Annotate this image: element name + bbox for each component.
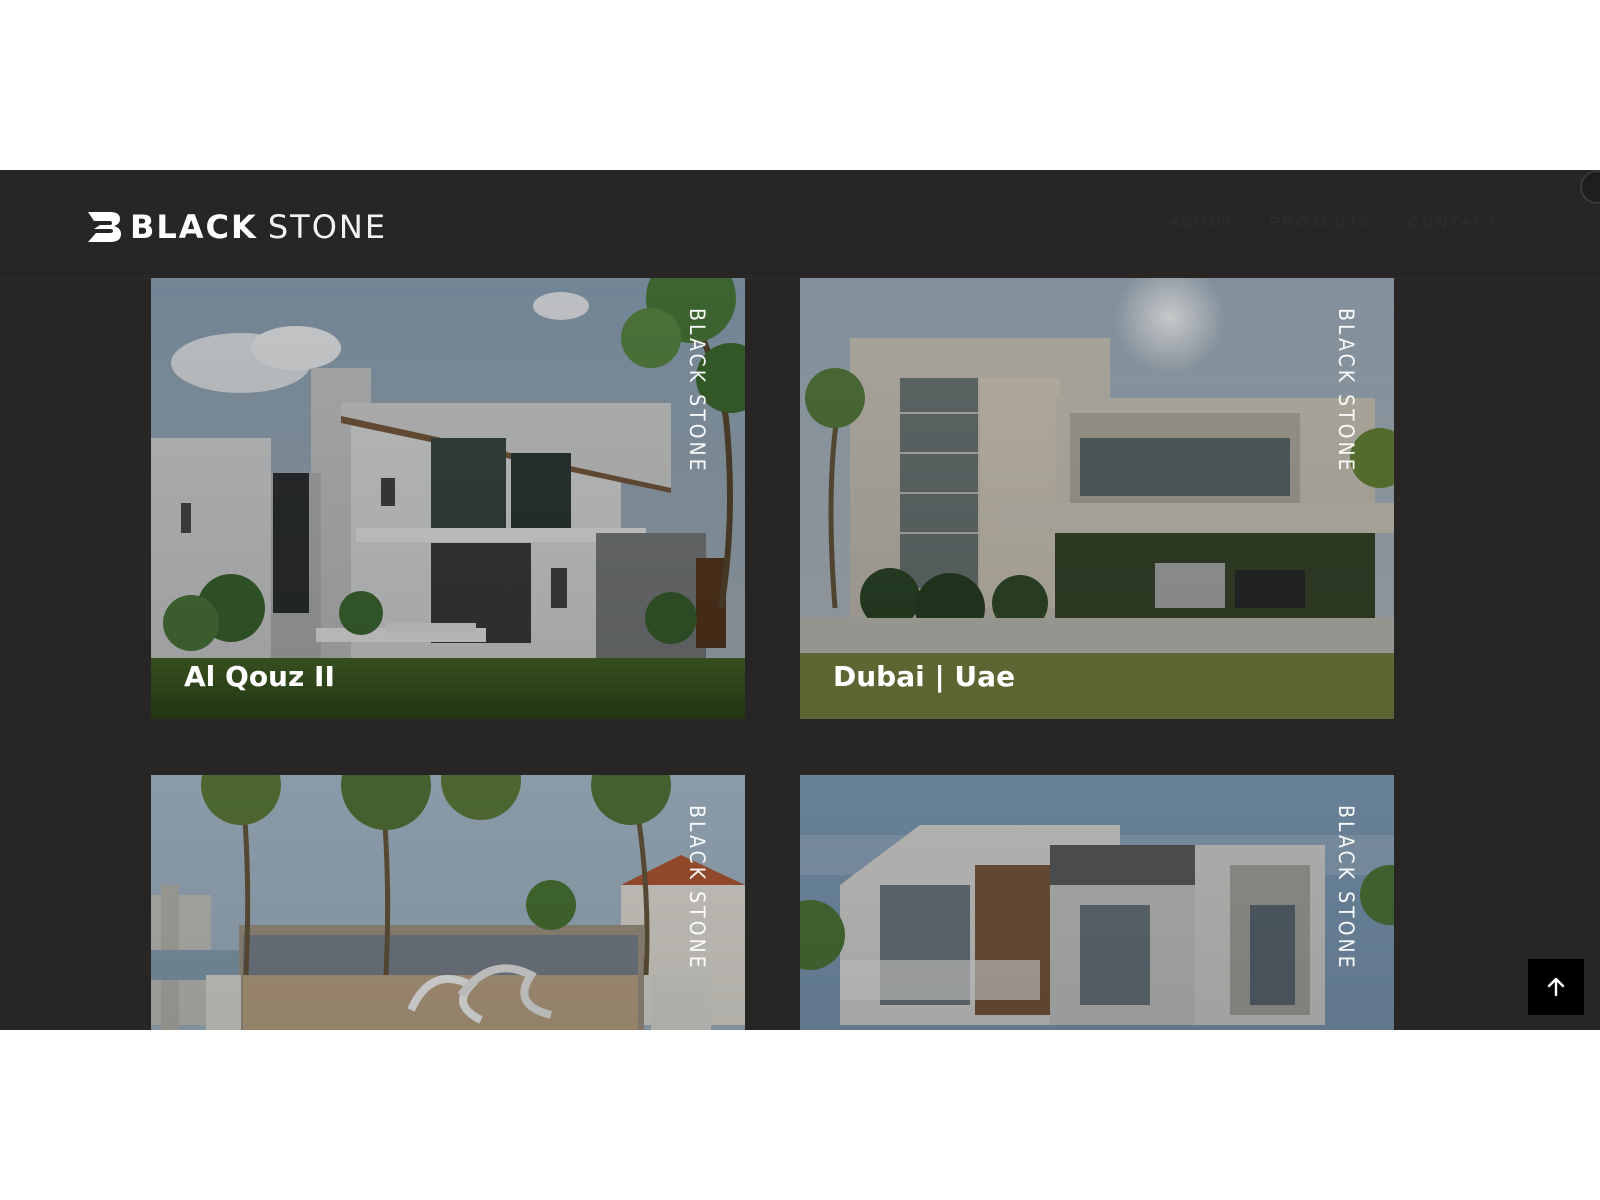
brand-name-light: STONE [267,208,388,246]
nav-item-contact[interactable]: CONTACT [1408,214,1500,231]
project-card-al-qouz[interactable]: BLACK STONE Al Qouz II [151,278,745,719]
back-to-top-button[interactable] [1528,959,1584,1015]
photo-overlay [151,278,745,719]
watermark-label: BLACK STONE [685,308,709,474]
brand-name-bold: BLACK [130,208,258,246]
project-card-modern-villa[interactable]: BLACK STONE [800,775,1394,1030]
site-viewport: BLACK STONE ABOUT PROJECTS CONTACT BLACK… [0,170,1600,1030]
main-nav: ABOUT PROJECTS CONTACT [1169,214,1500,231]
project-card-horse-mural[interactable]: BLACK STONE [151,775,745,1030]
photo-overlay [800,775,1394,1030]
arrow-up-icon [1547,977,1565,997]
project-title: Al Qouz II [184,660,335,693]
watermark-label: BLACK STONE [1334,805,1358,971]
nav-item-projects[interactable]: PROJECTS [1270,214,1374,231]
site-header: BLACK STONE ABOUT PROJECTS CONTACT [0,170,1600,278]
watermark-label: BLACK STONE [685,805,709,971]
project-card-dubai[interactable]: BLACK STONE Dubai | Uae [800,278,1394,719]
brand-logo[interactable]: BLACK STONE [86,208,388,246]
photo-overlay [800,278,1394,719]
circle-icon[interactable] [1580,170,1600,204]
watermark-label: BLACK STONE [1334,308,1358,474]
nav-item-about[interactable]: ABOUT [1169,214,1236,231]
logo-mark-icon [88,212,121,242]
photo-overlay [151,775,745,1030]
project-title: Dubai | Uae [833,660,1016,693]
